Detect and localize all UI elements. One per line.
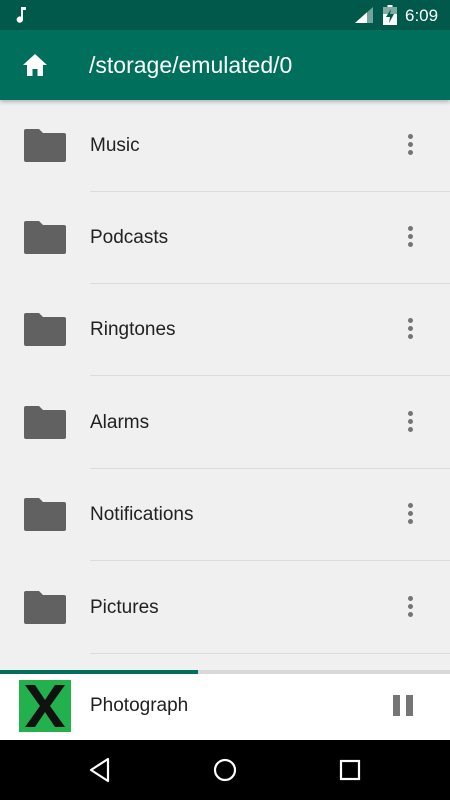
cell-signal-icon (355, 7, 373, 23)
system-nav-bar (0, 740, 450, 800)
music-note-icon (16, 7, 26, 23)
divider (90, 560, 450, 561)
folder-name: Podcasts (90, 227, 169, 248)
folder-row-music[interactable]: Music (0, 100, 450, 192)
folder-icon (24, 221, 66, 254)
more-vert-icon[interactable] (396, 130, 424, 160)
more-vert-icon[interactable] (396, 499, 424, 529)
folder-row-ringtones[interactable]: Ringtones (0, 284, 450, 376)
folder-name: Ringtones (90, 319, 176, 340)
current-path: /storage/emulated/0 (89, 52, 293, 78)
album-art[interactable] (19, 680, 71, 732)
folder-list: Music Podcasts Ringtones Alarms Notifica… (0, 100, 450, 670)
folder-row-podcasts[interactable]: Podcasts (0, 192, 450, 284)
divider (90, 653, 450, 654)
track-title: Photograph (90, 695, 189, 716)
more-vert-icon[interactable] (396, 314, 424, 344)
folder-row-notifications[interactable]: Notifications (0, 469, 450, 561)
folder-icon (24, 406, 66, 439)
folder-name: Music (90, 135, 140, 156)
folder-name: Notifications (90, 504, 194, 525)
folder-icon (24, 129, 66, 162)
home-icon[interactable] (22, 53, 48, 77)
folder-icon (24, 498, 66, 531)
folder-icon (24, 313, 66, 346)
more-vert-icon[interactable] (396, 407, 424, 437)
more-vert-icon[interactable] (396, 222, 424, 252)
home-circle-icon[interactable] (210, 755, 240, 785)
folder-name: Pictures (90, 597, 159, 618)
folder-icon (24, 591, 66, 624)
clock: 6:09 (405, 6, 439, 25)
recents-icon[interactable] (335, 755, 365, 785)
folder-row-pictures[interactable]: Pictures (0, 562, 450, 654)
app-bar: /storage/emulated/0 (0, 30, 450, 100)
divider (90, 375, 450, 376)
battery-charging-icon (383, 5, 397, 25)
status-bar: 6:09 (0, 0, 450, 30)
back-icon[interactable] (85, 755, 115, 785)
more-vert-icon[interactable] (396, 592, 424, 622)
pause-icon[interactable] (390, 692, 416, 718)
folder-name: Alarms (90, 412, 150, 433)
folder-row-alarms[interactable]: Alarms (0, 377, 450, 469)
mini-player[interactable]: Photograph (0, 674, 450, 740)
